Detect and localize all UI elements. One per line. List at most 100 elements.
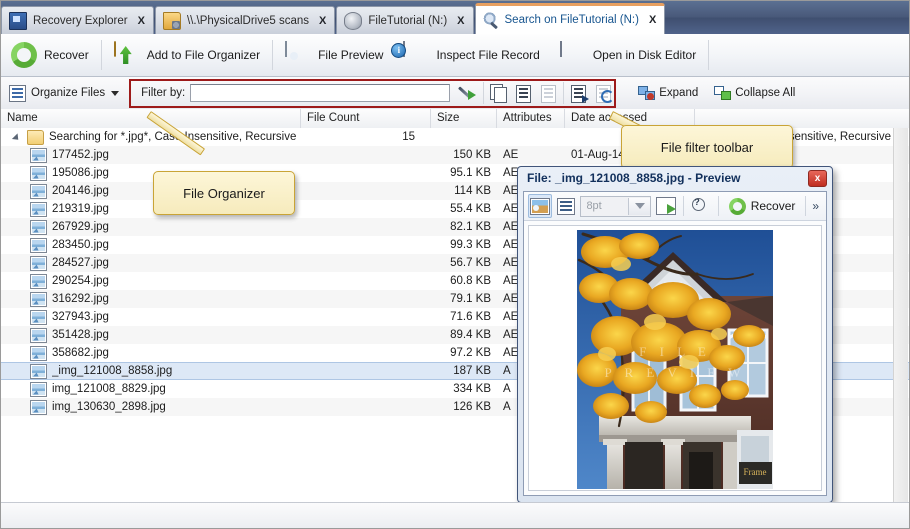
cell-size: 71.6 KB xyxy=(450,311,491,323)
image-icon xyxy=(30,327,47,343)
text-view-button[interactable] xyxy=(555,195,577,217)
expand-label: Expand xyxy=(659,87,699,99)
search-disk-icon xyxy=(482,12,499,28)
preview-recover-label: Recover xyxy=(750,199,796,213)
column-header-file-count[interactable]: File Count xyxy=(301,109,431,128)
arrow-marker-icon xyxy=(582,94,590,103)
document-info-icon: i xyxy=(391,41,429,68)
collapse-icon xyxy=(714,86,732,100)
cell-name: 316292.jpg xyxy=(1,291,301,307)
preview-toolbar: 8pt Recover » xyxy=(524,192,826,221)
preview-toolbar-separator xyxy=(805,196,807,216)
image-icon xyxy=(30,399,47,415)
preview-canvas[interactable]: Frame F I L E P R E V I E W xyxy=(528,225,822,491)
recycle-green-icon xyxy=(11,42,37,68)
font-size-select[interactable]: 8pt xyxy=(580,195,652,217)
cell-name: Searching for *.jpg*, Case Insensitive, … xyxy=(1,129,301,145)
help-icon xyxy=(692,197,709,214)
tab-label: Search on FileTutorial (N:) xyxy=(504,14,639,26)
page-arrow-button[interactable] xyxy=(568,83,590,104)
tab-label: FileTutorial (N:) xyxy=(368,14,448,27)
callout-text: File filter toolbar xyxy=(660,139,754,155)
file-filter-toolbar: Organize Files Filter by: Expand Collaps… xyxy=(1,77,909,110)
row-label: 283450.jpg xyxy=(52,239,109,251)
expand-triangle-icon[interactable] xyxy=(13,133,22,142)
image-icon xyxy=(30,147,47,163)
file-preview-window[interactable]: File: _img_121008_8858.jpg - Preview x 8… xyxy=(517,166,833,503)
row-label: 267929.jpg xyxy=(52,221,109,233)
cell-size: 126 KB xyxy=(453,401,491,413)
help-button[interactable] xyxy=(690,195,712,217)
tab-filetutorial[interactable]: FileTutorial (N:) X xyxy=(336,6,474,34)
close-icon[interactable]: x xyxy=(808,169,827,187)
folder-icon xyxy=(27,129,44,145)
overflow-chevron-icon[interactable]: » xyxy=(812,199,822,213)
cell-size: 55.4 KB xyxy=(450,203,491,215)
blank-page-button[interactable] xyxy=(538,83,559,104)
row-label: 316292.jpg xyxy=(52,293,109,305)
preview-title-bar[interactable]: File: _img_121008_8858.jpg - Preview x xyxy=(518,167,832,189)
callout-text: File Organizer xyxy=(183,185,265,201)
toolbar-separator xyxy=(100,40,102,70)
column-header-size[interactable]: Size xyxy=(431,109,497,128)
expand-icon xyxy=(638,86,656,100)
cell-name: 290254.jpg xyxy=(1,273,301,289)
row-label: 177452.jpg xyxy=(52,149,109,161)
toolbar-separator xyxy=(708,40,710,70)
expand-button[interactable]: Expand xyxy=(630,79,706,107)
tab-recovery-explorer[interactable]: Recovery Explorer X xyxy=(1,6,154,34)
image-icon xyxy=(30,291,47,307)
inspect-file-record-button[interactable]: i Inspect File Record xyxy=(391,36,549,74)
vertical-scrollbar[interactable] xyxy=(893,128,908,503)
add-to-file-organizer-button[interactable]: Add to File Organizer xyxy=(104,36,270,74)
cell-name: img_121008_8829.jpg xyxy=(1,381,301,397)
organize-files-button[interactable]: Organize Files xyxy=(1,79,127,107)
image-icon xyxy=(30,255,47,271)
collapse-all-button[interactable]: Collapse All xyxy=(706,79,803,107)
font-size-value: 8pt xyxy=(586,200,602,212)
recover-button[interactable]: Recover xyxy=(1,36,99,74)
apply-filter-button[interactable] xyxy=(458,83,479,104)
image-icon xyxy=(30,309,47,325)
tab-search-on-filetutorial[interactable]: Search on FileTutorial (N:) X xyxy=(474,3,666,34)
status-bar xyxy=(1,502,909,528)
open-in-disk-editor-label: Open in Disk Editor xyxy=(592,48,697,62)
toolbar-separator xyxy=(272,40,274,70)
tab-close-icon[interactable]: X xyxy=(138,15,145,27)
image-icon xyxy=(30,219,47,235)
group-row-overflow-text: sensitive, Recursive xyxy=(788,131,891,143)
image-icon xyxy=(30,381,47,397)
column-header-attributes[interactable]: Attributes xyxy=(497,109,565,128)
filter-input[interactable] xyxy=(190,84,451,102)
lined-page-icon xyxy=(516,84,532,103)
image-icon xyxy=(30,345,47,361)
open-in-disk-editor-button[interactable]: Open in Disk Editor xyxy=(550,36,706,74)
export-button[interactable] xyxy=(654,195,676,217)
cell-file-count: 15 xyxy=(402,131,415,143)
tab-close-icon[interactable]: X xyxy=(457,15,464,27)
tab-close-icon[interactable]: X xyxy=(319,15,326,27)
toolbar-separator xyxy=(483,82,485,104)
cell-size: 114 KB xyxy=(454,185,491,197)
preview-recover-button[interactable]: Recover xyxy=(725,197,800,215)
file-preview-button[interactable]: File Preview xyxy=(275,36,393,74)
cell-name: 284527.jpg xyxy=(1,255,301,271)
svg-text:Frame: Frame xyxy=(744,467,767,477)
magic-wand-icon xyxy=(459,84,477,101)
inspect-file-record-label: Inspect File Record xyxy=(436,48,540,62)
tab-physicaldrive5-scans[interactable]: \\.\PhysicalDrive5 scans X xyxy=(154,6,336,34)
file-organizer-callout: File Organizer xyxy=(153,171,295,215)
cell-size: 89.4 KB xyxy=(450,329,491,341)
image-view-button[interactable] xyxy=(528,194,553,218)
cell-size: 56.7 KB xyxy=(450,257,491,269)
chevron-down-icon[interactable] xyxy=(628,197,651,215)
copy-page-button[interactable] xyxy=(488,83,509,104)
image-icon xyxy=(30,183,47,199)
tab-close-icon[interactable]: X xyxy=(649,14,656,26)
disk-icon xyxy=(344,11,363,30)
lined-page-button[interactable] xyxy=(513,83,534,104)
green-arrow-cylinder-icon xyxy=(113,41,140,68)
page-refresh-button[interactable] xyxy=(593,83,615,104)
recycle-green-icon xyxy=(728,197,746,215)
preview-watermark-line1: F I L E xyxy=(639,343,711,359)
